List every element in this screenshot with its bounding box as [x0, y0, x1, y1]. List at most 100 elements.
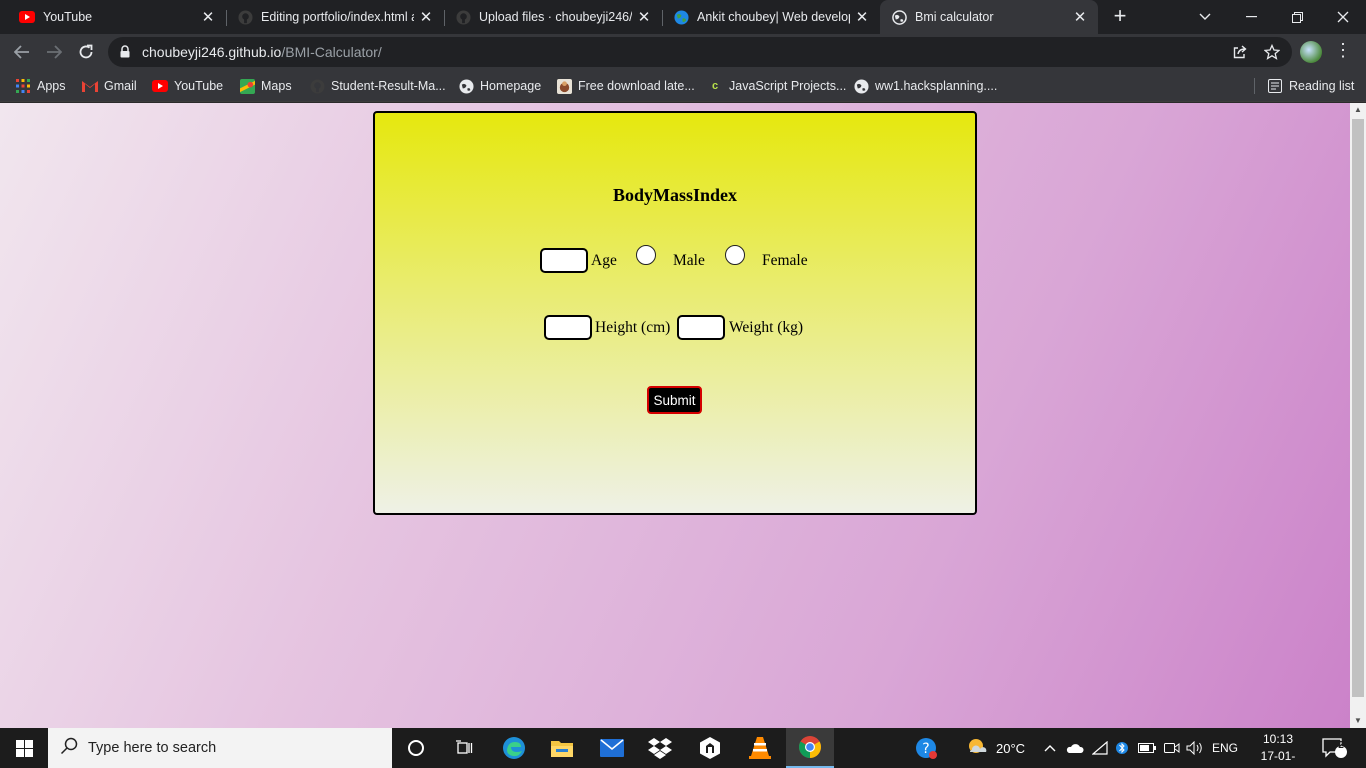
url-text[interactable]: choubeyji246.github.io/BMI-Calculator/ [142, 44, 382, 60]
female-radio[interactable] [725, 245, 745, 265]
youtube-icon [19, 9, 35, 25]
bookmark-student-result[interactable]: Student-Result-Ma... [309, 76, 446, 96]
windows-taskbar: Type here to search ? 20°C ENG 10:13 17-… [0, 728, 1366, 768]
male-radio[interactable] [636, 245, 656, 265]
lock-icon[interactable] [120, 45, 130, 63]
close-icon[interactable]: ✕ [632, 8, 656, 26]
reading-list-icon [1267, 78, 1283, 94]
weather-widget[interactable]: 20°C [966, 728, 1025, 768]
bookmark-javascript-projects[interactable]: c JavaScript Projects... [707, 76, 846, 96]
app-hexagon-icon[interactable] [686, 728, 734, 768]
submit-button[interactable]: Submit [647, 386, 702, 414]
clock-time: 10:13 [1262, 732, 1294, 746]
reading-list-label: Reading list [1289, 79, 1355, 93]
dropbox-icon[interactable] [636, 728, 684, 768]
gmail-icon [82, 78, 98, 94]
restore-button[interactable] [1274, 0, 1320, 34]
scrollbar-thumb[interactable] [1352, 119, 1364, 697]
close-icon[interactable]: ✕ [1068, 8, 1092, 26]
reload-icon[interactable] [72, 38, 100, 66]
bookmark-label: Maps [261, 79, 292, 93]
tab-editing-portfolio[interactable]: Editing portfolio/index.html a ✕ [226, 0, 444, 34]
site-icon [556, 78, 572, 94]
page-title: BodyMassIndex [612, 185, 738, 205]
url-path: /BMI-Calculator/ [281, 44, 382, 60]
bluetooth-icon[interactable] [1116, 728, 1128, 768]
height-input[interactable] [544, 315, 592, 340]
close-window-button[interactable] [1320, 0, 1366, 34]
bookmark-youtube[interactable]: YouTube [152, 76, 223, 96]
maps-icon [239, 78, 255, 94]
bookmark-maps[interactable]: Maps [239, 76, 292, 96]
language-indicator[interactable]: ENG [1212, 728, 1238, 768]
globe-icon [853, 78, 869, 94]
address-bar[interactable]: choubeyji246.github.io/BMI-Calculator/ [108, 37, 1292, 67]
close-icon[interactable]: ✕ [850, 8, 874, 26]
help-icon[interactable]: ? [914, 728, 938, 768]
tab-title: Bmi calculator [915, 10, 994, 24]
bookmark-apps[interactable]: Apps [15, 76, 66, 96]
share-icon[interactable] [1232, 44, 1248, 60]
chrome-icon[interactable] [786, 728, 834, 768]
minimize-button[interactable] [1228, 0, 1274, 34]
tab-bmi-calculator[interactable]: Bmi calculator ✕ [880, 0, 1098, 34]
page-viewport: BodyMassIndex Age Male Female Height (cm… [0, 103, 1350, 728]
mail-icon[interactable] [588, 728, 636, 768]
taskbar-search-box[interactable]: Type here to search [48, 728, 392, 768]
bmi-card: BodyMassIndex Age Male Female Height (cm… [373, 111, 977, 515]
reading-list-button[interactable]: Reading list [1267, 76, 1354, 96]
age-input[interactable] [540, 248, 588, 273]
show-hidden-icons-chevron-icon[interactable] [1044, 728, 1056, 768]
new-tab-button[interactable]: + [1108, 4, 1132, 28]
bookmark-label: Student-Result-Ma... [331, 79, 446, 93]
bookmark-homepage[interactable]: Homepage [458, 76, 541, 96]
close-icon[interactable]: ✕ [414, 8, 438, 26]
bookmark-free-download[interactable]: Free download late... [556, 76, 695, 96]
forward-arrow-icon[interactable] [40, 38, 68, 66]
task-view-icon[interactable] [440, 728, 488, 768]
cortana-icon[interactable] [392, 728, 440, 768]
vlc-icon[interactable] [736, 728, 784, 768]
menu-dots-icon[interactable]: ⋮ [1334, 40, 1352, 61]
clock-date: 17-01-2022 [1260, 749, 1296, 768]
clock[interactable]: 10:13 17-01-2022 [1250, 731, 1306, 768]
bookmark-hacksplanning[interactable]: ww1.hacksplanning.... [853, 76, 997, 96]
bookmark-star-icon[interactable] [1263, 43, 1281, 60]
url-host: choubeyji246.github.io [142, 44, 282, 60]
search-placeholder: Type here to search [88, 740, 217, 756]
onedrive-cloud-icon[interactable] [1066, 728, 1084, 768]
edge-icon[interactable] [490, 728, 538, 768]
tab-ankit-choubey[interactable]: Ankit choubey| Web develop ✕ [662, 0, 880, 34]
windows-start-icon[interactable] [0, 728, 48, 768]
bookmark-label: JavaScript Projects... [729, 79, 847, 93]
tab-search-chevron-icon[interactable] [1182, 0, 1228, 34]
profile-avatar[interactable] [1300, 41, 1322, 63]
tab-upload-files[interactable]: Upload files · choubeyji246/p ✕ [444, 0, 662, 34]
wifi-icon[interactable] [1092, 728, 1108, 768]
close-icon[interactable]: ✕ [196, 8, 220, 26]
tab-youtube[interactable]: YouTube ✕ [8, 0, 226, 34]
search-icon [60, 737, 78, 760]
battery-icon[interactable] [1138, 728, 1156, 768]
bookmark-label: Apps [37, 79, 66, 93]
scroll-up-icon[interactable]: ▲ [1350, 103, 1366, 117]
bookmark-gmail[interactable]: Gmail [82, 76, 137, 96]
tab-strip: YouTube ✕ Editing portfolio/index.html a… [0, 0, 1366, 34]
tab-title: YouTube [43, 10, 93, 24]
bookmark-label: ww1.hacksplanning.... [875, 79, 998, 93]
tab-title: Editing portfolio/index.html a [261, 10, 414, 24]
notification-count: 2 [1338, 740, 1344, 751]
youtube-icon [152, 78, 168, 94]
page-scrollbar[interactable]: ▲ ▼ [1350, 103, 1366, 728]
tab-title: Ankit choubey| Web develop [697, 10, 850, 24]
volume-icon[interactable] [1186, 728, 1204, 768]
notifications-icon[interactable]: 2 [1322, 728, 1348, 768]
weight-input[interactable] [677, 315, 725, 340]
globe-color-icon [673, 9, 689, 25]
male-label: Male [673, 252, 705, 269]
meet-now-icon[interactable] [1164, 728, 1180, 768]
back-arrow-icon[interactable] [8, 38, 36, 66]
scroll-down-icon[interactable]: ▼ [1350, 714, 1366, 728]
file-explorer-icon[interactable] [538, 728, 586, 768]
weather-temperature: 20°C [996, 740, 1026, 756]
